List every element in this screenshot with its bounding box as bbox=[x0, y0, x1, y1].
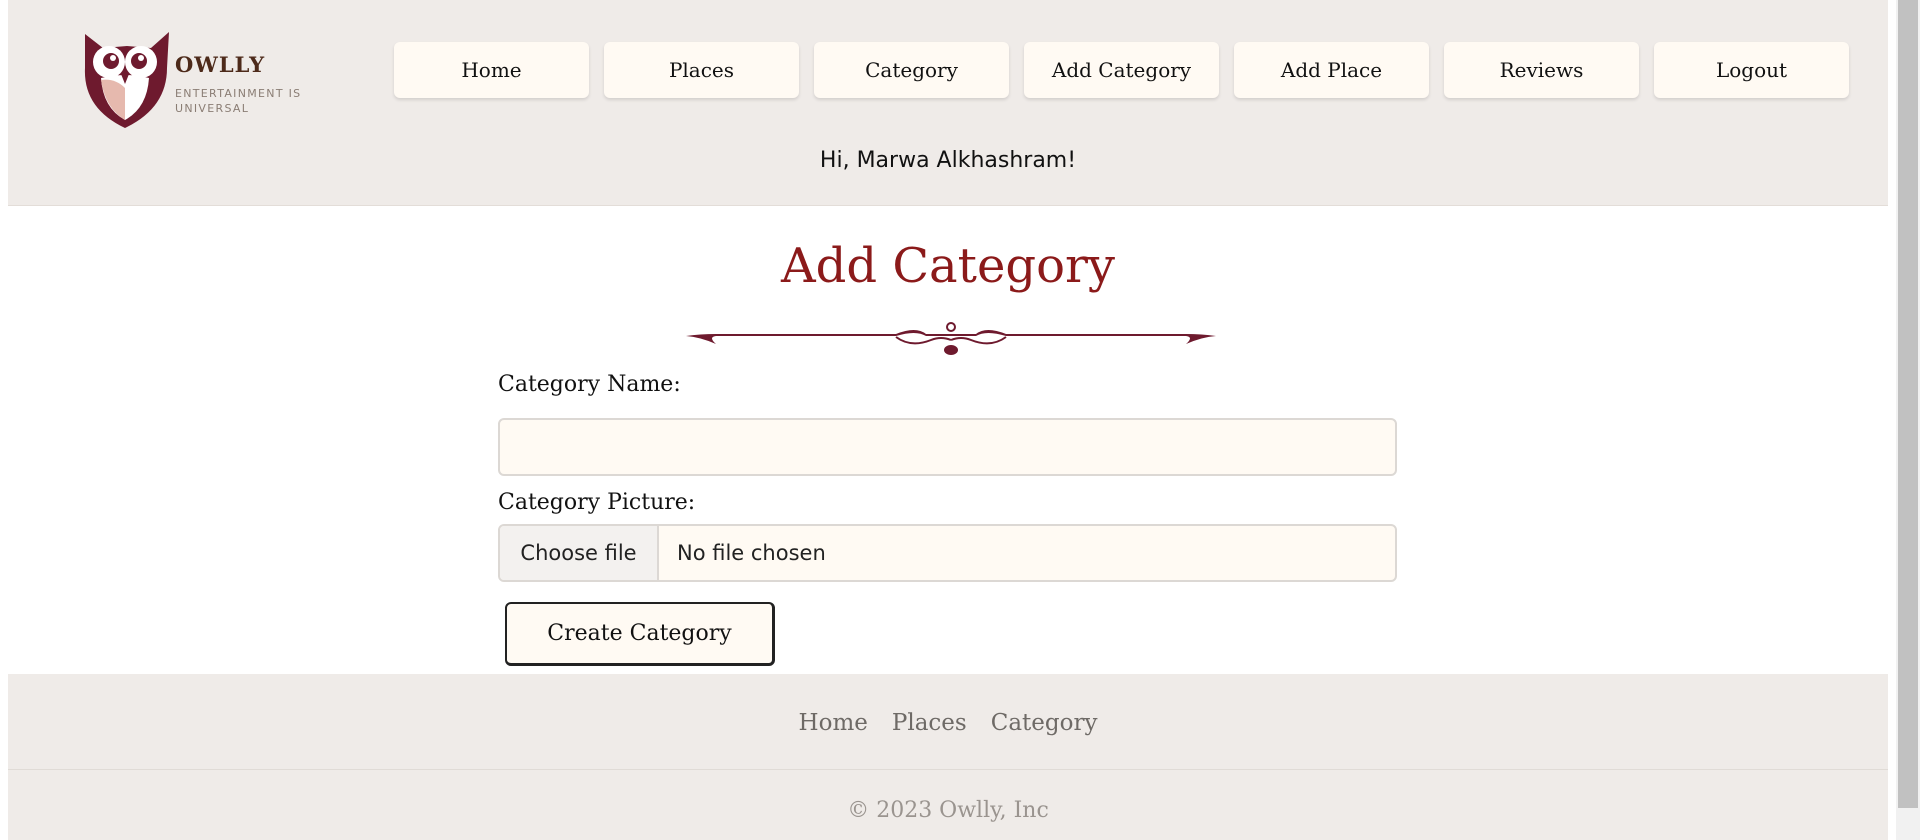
user-greeting: Hi, Marwa Alkhashram! bbox=[819, 148, 1077, 173]
nav-category-button[interactable]: Category bbox=[814, 42, 1009, 98]
nav-reviews-button[interactable]: Reviews bbox=[1444, 42, 1639, 98]
brand-logo[interactable]: OWLLY ENTERTAINMENT IS UNIVERSAL bbox=[81, 28, 321, 132]
category-picture-label: Category Picture: bbox=[498, 490, 696, 515]
brand-tagline: ENTERTAINMENT IS UNIVERSAL bbox=[175, 87, 302, 115]
category-name-label: Category Name: bbox=[498, 372, 681, 397]
page-title: Add Category bbox=[780, 238, 1116, 294]
owl-logo-icon bbox=[84, 32, 169, 128]
site-header: OWLLY ENTERTAINMENT IS UNIVERSAL Home Pl… bbox=[8, 0, 1888, 206]
copyright-text: © 2023 Owlly, Inc bbox=[847, 798, 1049, 823]
category-picture-file-input[interactable]: Choose file No file chosen bbox=[498, 524, 1397, 582]
footer-link-category[interactable]: Category bbox=[991, 710, 1098, 736]
nav-add-place-button[interactable]: Add Place bbox=[1234, 42, 1429, 98]
nav-places-button[interactable]: Places bbox=[604, 42, 799, 98]
page: OWLLY ENTERTAINMENT IS UNIVERSAL Home Pl… bbox=[8, 0, 1888, 840]
footer-link-home[interactable]: Home bbox=[799, 710, 868, 736]
choose-file-button[interactable]: Choose file bbox=[500, 526, 659, 580]
nav-add-category-button[interactable]: Add Category bbox=[1024, 42, 1219, 98]
file-status-text: No file chosen bbox=[677, 541, 826, 565]
footer-link-places[interactable]: Places bbox=[892, 710, 967, 736]
create-category-button[interactable]: Create Category bbox=[505, 602, 775, 666]
main-nav: Home Places Category Add Category Add Pl… bbox=[394, 42, 1849, 98]
category-name-input[interactable] bbox=[498, 418, 1397, 476]
scrollbar-thumb[interactable] bbox=[1898, 0, 1918, 808]
ornamental-divider-icon bbox=[686, 322, 1216, 355]
brand-name: OWLLY bbox=[175, 52, 266, 77]
nav-logout-button[interactable]: Logout bbox=[1654, 42, 1849, 98]
footer-nav: Home Places Category bbox=[8, 710, 1888, 736]
site-footer: Home Places Category © 2023 Owlly, Inc bbox=[8, 674, 1888, 840]
page-scrollbar[interactable] bbox=[1896, 0, 1920, 840]
nav-home-button[interactable]: Home bbox=[394, 42, 589, 98]
footer-divider bbox=[8, 769, 1888, 770]
